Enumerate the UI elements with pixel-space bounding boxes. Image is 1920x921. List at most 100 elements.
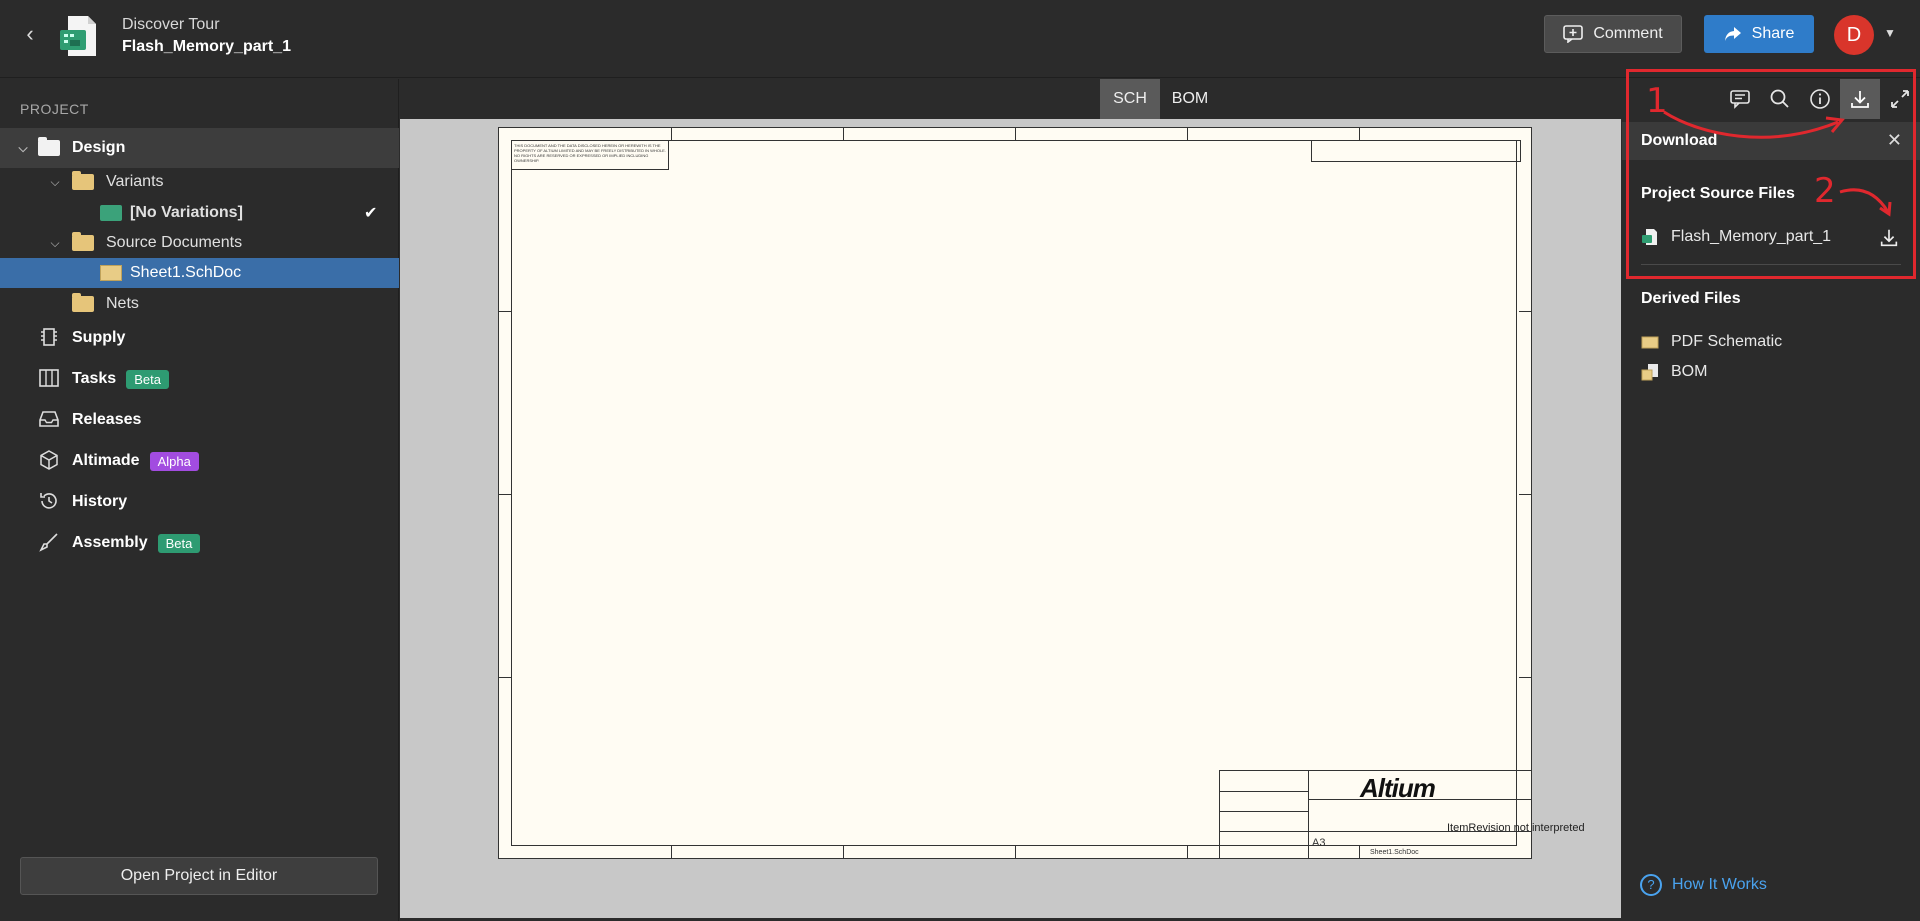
title-block: Altium A3 Sheet1.SchDoc [1219, 770, 1532, 859]
nav-item-label: Releases [72, 411, 142, 428]
comment-button[interactable]: Comment [1544, 15, 1682, 53]
tree-item-sheet1[interactable]: Sheet1.SchDoc [0, 258, 399, 288]
sheet-note: THIS DOCUMENT AND THE DATA DISCLOSED HER… [511, 140, 669, 170]
zone-divider [1359, 128, 1360, 140]
zone-divider [671, 128, 672, 140]
zone-divider [499, 494, 511, 495]
viewer-tabs: SCH BOM [400, 79, 1621, 119]
comment-add-icon [1563, 25, 1584, 43]
project-sidebar: PROJECT ⌵ Design ⌵ Variants [No Variatio… [0, 79, 399, 921]
annotation-arrow-1 [1663, 110, 1845, 139]
open-project-in-editor-button[interactable]: Open Project in Editor [20, 857, 378, 895]
cube-icon [38, 449, 62, 473]
zone-divider [843, 128, 844, 140]
beta-badge: Beta [126, 369, 169, 389]
nav-item-altimade[interactable]: Altimade Alpha [0, 441, 399, 481]
revision-table [1311, 140, 1521, 162]
tree-item-label: Sheet1.SchDoc [130, 264, 242, 281]
folder-icon [38, 137, 60, 156]
how-it-works-link[interactable]: ? How It Works [1640, 874, 1767, 896]
tree-item-nets[interactable]: Nets [0, 288, 399, 320]
nav-item-history[interactable]: History [0, 482, 399, 522]
share-button-label: Share [1751, 25, 1795, 42]
schematic-sheet[interactable]: THIS DOCUMENT AND THE DATA DISCLOSED HER… [498, 127, 1585, 859]
tree-item-label: Design [72, 139, 126, 156]
annotation-step-2: 2 [1814, 171, 1836, 211]
comment-button-label: Comment [1593, 25, 1663, 42]
nav-item-label: History [72, 493, 128, 510]
tree-item-design[interactable]: ⌵ Design [0, 128, 399, 168]
sidebar-heading: PROJECT [20, 101, 89, 117]
annotation-arrow-2 [1839, 188, 1892, 217]
chevron-down-icon[interactable]: ⌵ [48, 175, 62, 190]
pcb-icon [100, 205, 122, 221]
share-button[interactable]: Share [1704, 15, 1814, 53]
share-arrow-icon [1724, 26, 1742, 42]
tab-bom[interactable]: BOM [1160, 79, 1220, 119]
project-owner-label: Discover Tour [122, 16, 220, 33]
zone-divider [1187, 128, 1188, 140]
nav-item-supply[interactable]: Supply [0, 318, 399, 358]
zone-divider [671, 846, 672, 858]
project-title: Flash_Memory_part_1 [122, 38, 291, 55]
tab-sch[interactable]: SCH [1100, 79, 1160, 119]
how-it-works-label: How It Works [1672, 876, 1767, 893]
app-header: ‹ Discover Tour Flash_Memory_part_1 Comm… [0, 0, 1920, 78]
chevron-down-icon[interactable]: ⌵ [48, 236, 62, 251]
board-icon [38, 367, 62, 391]
nav-item-label: Assembly [72, 534, 148, 551]
tree-item-label: Variants [106, 173, 164, 190]
sheet-border [511, 140, 1517, 846]
nav-item-releases[interactable]: Releases [0, 400, 399, 440]
project-file-icon [58, 14, 100, 58]
zone-divider [499, 677, 511, 678]
item-revision-text: ItemRevision not interpreted [1447, 822, 1585, 834]
nav-item-assembly[interactable]: Assembly Beta [0, 523, 399, 563]
soldering-icon [38, 531, 62, 555]
schematic-viewer[interactable]: SCH BOM THIS DOCUMENT AND THE DATA DISCL… [400, 79, 1621, 918]
chevron-down-icon[interactable]: ⌵ [16, 141, 30, 156]
tree-item-source-documents[interactable]: ⌵ Source Documents [0, 227, 399, 259]
zone-divider [1015, 846, 1016, 858]
sheet-size-label: A3 [1312, 837, 1326, 849]
tree-item-label: Source Documents [106, 234, 243, 251]
tree-item-label: [No Variations] [130, 204, 243, 221]
folder-icon [72, 171, 94, 190]
derived-file-bom[interactable]: BOM [1641, 357, 1901, 387]
zone-divider [1519, 677, 1531, 678]
zone-divider [1015, 128, 1016, 140]
schematic-doc-icon [100, 265, 122, 281]
beta-badge: Beta [157, 533, 201, 553]
tree-item-no-variations[interactable]: [No Variations] ✔ [0, 197, 399, 229]
derived-file-name: PDF Schematic [1671, 333, 1783, 350]
history-icon [38, 490, 62, 514]
schematic-doc-icon [1641, 333, 1659, 351]
nav-item-label: Supply [72, 329, 126, 346]
zone-divider [1519, 494, 1531, 495]
nav-item-label: Altimade [72, 452, 140, 469]
tree-item-variants[interactable]: ⌵ Variants [0, 166, 399, 198]
nav-item-label: Tasks [72, 370, 117, 387]
bom-icon [1641, 363, 1659, 381]
chevron-down-icon[interactable]: ▼ [1884, 26, 1896, 40]
derived-file-pdf-schematic[interactable]: PDF Schematic [1641, 327, 1901, 357]
checkmark-icon: ✔ [364, 205, 378, 222]
tree-item-label: Nets [106, 295, 139, 312]
user-avatar[interactable]: D [1834, 15, 1874, 55]
sheet-filename: Sheet1.SchDoc [1370, 849, 1419, 856]
derived-file-name: BOM [1671, 363, 1708, 380]
nav-item-tasks[interactable]: Tasks Beta [0, 359, 399, 399]
zone-divider [1519, 311, 1531, 312]
alpha-badge: Alpha [149, 451, 199, 471]
folder-icon [72, 232, 94, 251]
folder-icon [72, 293, 94, 312]
altium-logo: Altium [1360, 773, 1436, 803]
back-icon[interactable]: ‹ [18, 22, 42, 46]
derived-files-heading: Derived Files [1641, 290, 1741, 307]
inbox-icon [38, 408, 62, 432]
zone-divider [843, 846, 844, 858]
zone-divider [1187, 846, 1188, 858]
help-icon: ? [1640, 874, 1662, 896]
chip-icon [38, 326, 62, 350]
zone-divider [499, 311, 511, 312]
